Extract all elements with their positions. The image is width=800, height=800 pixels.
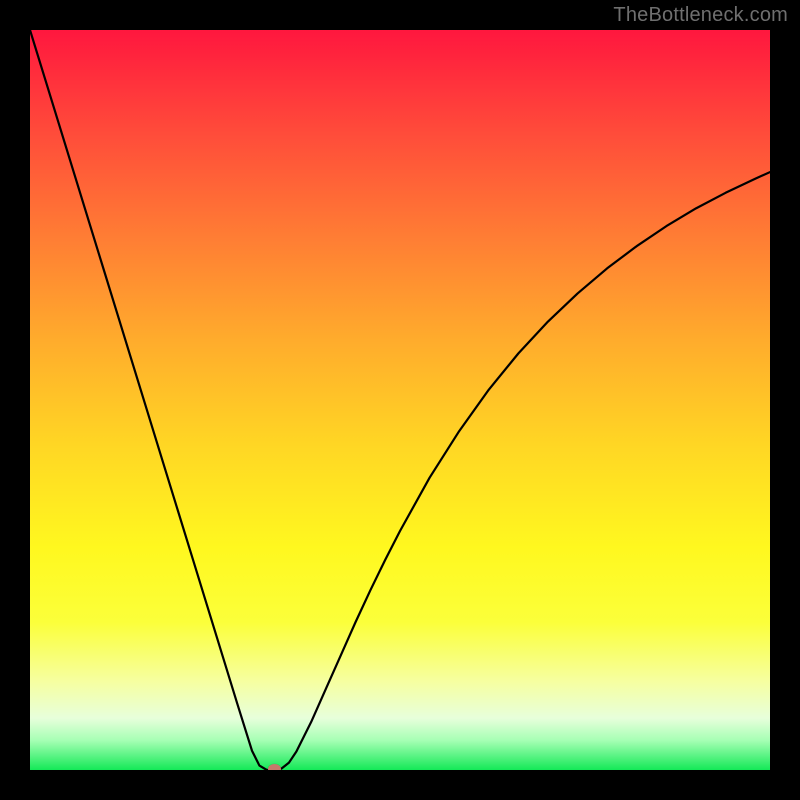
chart-container: TheBottleneck.com xyxy=(0,0,800,800)
plot-area xyxy=(30,30,770,770)
optimal-point-marker xyxy=(268,764,281,770)
watermark-text: TheBottleneck.com xyxy=(613,4,788,27)
bottleneck-curve xyxy=(30,30,770,770)
